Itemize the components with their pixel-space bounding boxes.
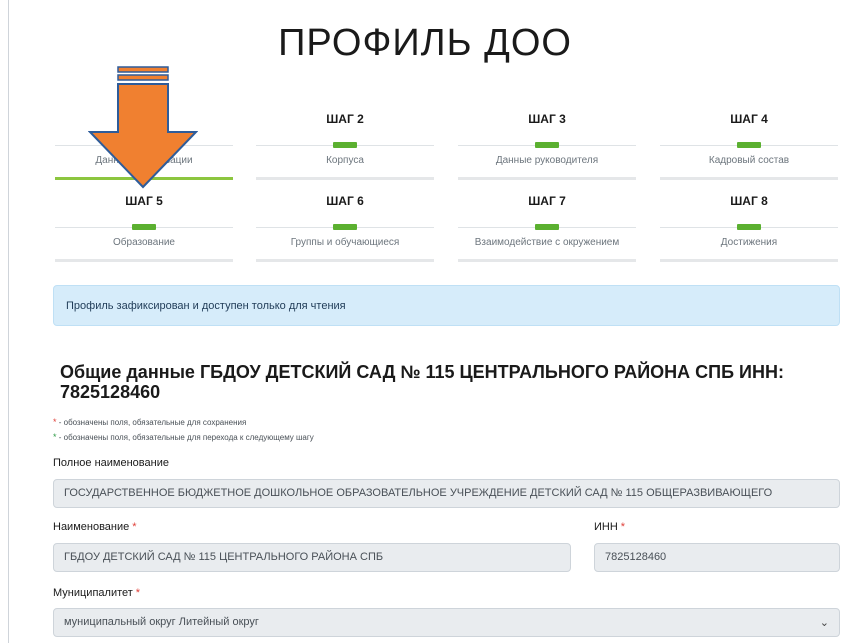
step-4[interactable]: ШАГ 4 Кадровый состав <box>660 112 838 192</box>
inn-field[interactable]: 7825128460 <box>594 543 840 572</box>
field-value: 7825128460 <box>605 551 667 563</box>
step-number: ШАГ 4 <box>730 112 768 126</box>
step-progress-bar <box>55 259 233 262</box>
legend-text: - обозначены поля, обязательные для сохр… <box>56 418 247 427</box>
step-marker <box>132 142 156 148</box>
required-star: * <box>620 521 626 533</box>
readonly-alert: Профиль зафиксирован и доступен только д… <box>53 285 840 326</box>
select-value: муниципальный округ Литейный округ <box>64 616 259 628</box>
step-number: ШАГ 5 <box>125 194 163 208</box>
inn-label: ИНН * <box>594 521 625 533</box>
full-name-label: Полное наименование <box>53 457 169 469</box>
required-star: * <box>135 587 141 599</box>
label-text: Полное наименование <box>53 457 169 469</box>
step-label: Данные организации <box>95 155 193 166</box>
step-marker <box>333 224 357 230</box>
label-text: Муниципалитет <box>53 587 133 599</box>
municipality-label: Муниципалитет * <box>53 587 140 599</box>
step-progress-bar <box>458 177 636 180</box>
step-number: ШАГ 3 <box>528 112 566 126</box>
label-text: ИНН <box>594 521 618 533</box>
step-8[interactable]: ШАГ 8 Достижения <box>660 194 838 274</box>
step-marker <box>535 224 559 230</box>
step-label: Кадровый состав <box>708 155 790 166</box>
step-progress-bar <box>660 177 838 180</box>
step-label: Корпуса <box>326 155 364 166</box>
step-progress-bar <box>660 259 838 262</box>
name-field[interactable]: ГБДОУ ДЕТСКИЙ САД № 115 ЦЕНТРАЛЬНОГО РАЙ… <box>53 543 571 572</box>
chevron-down-icon: ⌄ <box>819 617 829 629</box>
step-number: ШАГ 8 <box>730 194 768 208</box>
step-progress-bar <box>256 259 434 262</box>
step-marker <box>737 224 761 230</box>
full-name-field[interactable]: ГОСУДАРСТВЕННОЕ БЮДЖЕТНОЕ ДОШКОЛЬНОЕ ОБР… <box>53 479 840 508</box>
field-value: ГБДОУ ДЕТСКИЙ САД № 115 ЦЕНТРАЛЬНОГО РАЙ… <box>64 551 384 563</box>
step-5[interactable]: ШАГ 5 Образование <box>55 194 233 274</box>
step-marker <box>333 142 357 148</box>
step-6[interactable]: ШАГ 6 Группы и обучающиеся <box>256 194 434 274</box>
step-progress-bar <box>55 177 233 180</box>
step-number: ШАГ 6 <box>326 194 364 208</box>
step-2[interactable]: ШАГ 2 Корпуса <box>256 112 434 192</box>
section-title: Общие данные ГБДОУ ДЕТСКИЙ САД № 115 ЦЕН… <box>60 362 784 402</box>
step-number: ШАГ 2 <box>326 112 364 126</box>
municipality-select[interactable]: муниципальный округ Литейный округ ⌄ <box>53 608 840 637</box>
name-label: Наименование * <box>53 521 137 533</box>
step-marker <box>737 142 761 148</box>
step-marker <box>132 224 156 230</box>
step-label: Группы и обучающиеся <box>290 237 400 248</box>
required-star: * <box>132 521 137 533</box>
step-3[interactable]: ШАГ 3 Данные руководителя <box>458 112 636 192</box>
field-value: ГОСУДАРСТВЕННОЕ БЮДЖЕТНОЕ ДОШКОЛЬНОЕ ОБР… <box>64 487 773 499</box>
legend-save-required: * - обозначены поля, обязательные для со… <box>53 417 246 427</box>
step-7[interactable]: ШАГ 7 Взаимодействие с окружением <box>458 194 636 274</box>
step-marker <box>535 142 559 148</box>
step-label: Образование <box>113 237 175 248</box>
legend-next-required: * - обозначены поля, обязательные для пе… <box>53 432 314 442</box>
step-1[interactable]: ШАГ 1 Данные организации <box>55 112 233 192</box>
wizard-steps: ШАГ 1 Данные организации ШАГ 2 Корпуса Ш… <box>0 0 850 270</box>
label-text: Наименование <box>53 521 130 533</box>
step-progress-bar <box>256 177 434 180</box>
step-number: ШАГ 7 <box>528 194 566 208</box>
step-progress-bar <box>458 259 636 262</box>
step-label: Достижения <box>720 237 778 248</box>
legend-text: - обозначены поля, обязательные для пере… <box>56 433 314 442</box>
alert-text: Профиль зафиксирован и доступен только д… <box>66 300 346 312</box>
step-label: Данные руководителя <box>495 155 599 166</box>
step-label: Взаимодействие с окружением <box>474 237 620 248</box>
step-number: ШАГ 1 <box>125 112 163 126</box>
